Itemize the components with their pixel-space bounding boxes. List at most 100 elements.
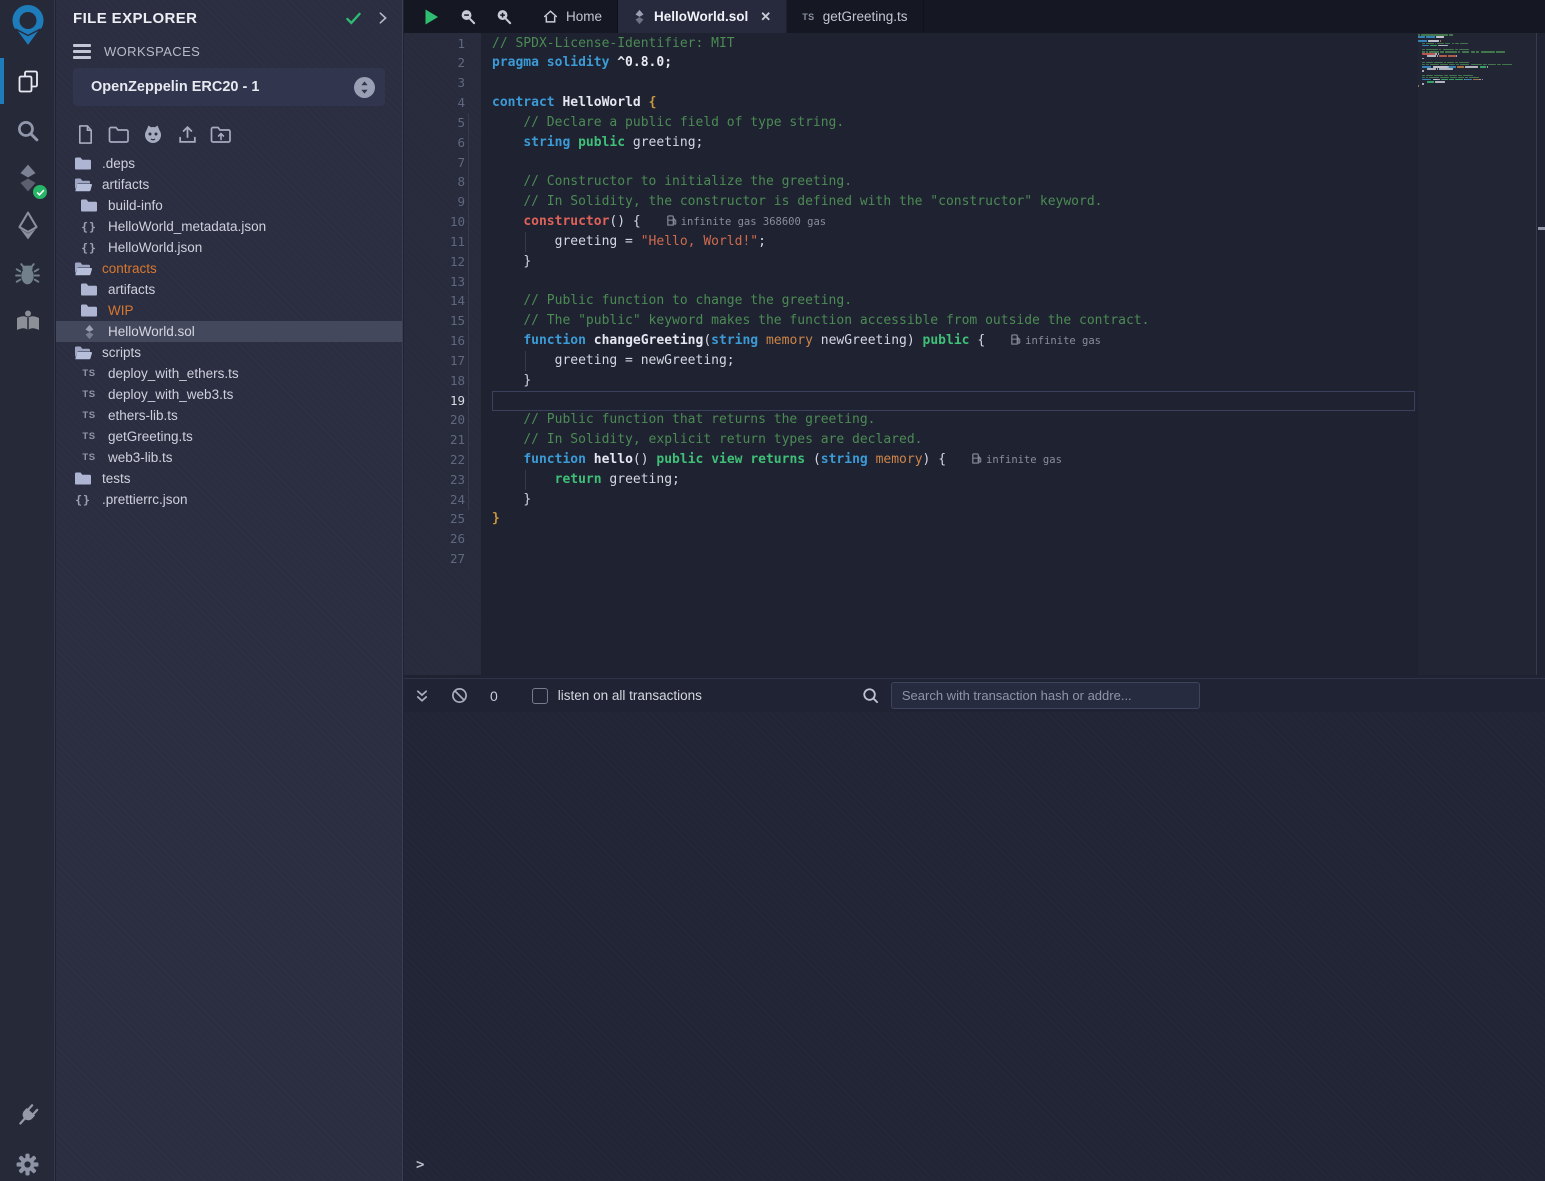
line-number[interactable]: 1 bbox=[404, 34, 465, 54]
tree-item-web3-lib-ts[interactable]: TSweb3-lib.ts bbox=[56, 447, 402, 468]
run-script-button[interactable] bbox=[420, 6, 442, 28]
upload-folder-icon[interactable] bbox=[209, 122, 233, 146]
tree-item-deps[interactable]: .deps bbox=[56, 153, 402, 174]
code-line[interactable]: 22 function hello() public view returns … bbox=[404, 450, 1545, 470]
code-line[interactable]: 7 bbox=[404, 153, 1545, 173]
line-number[interactable]: 13 bbox=[404, 272, 465, 292]
code-line[interactable]: 16 function changeGreeting(string memory… bbox=[404, 331, 1545, 351]
line-number[interactable]: 23 bbox=[404, 470, 465, 490]
close-icon[interactable]: ✕ bbox=[760, 9, 771, 25]
line-number[interactable]: 20 bbox=[404, 410, 465, 430]
terminal-clear-icon[interactable] bbox=[451, 687, 468, 704]
code-line[interactable]: 14 // Public function to change the gree… bbox=[404, 291, 1545, 311]
line-number[interactable]: 16 bbox=[404, 331, 465, 351]
tree-item-contracts[interactable]: contracts bbox=[56, 258, 402, 279]
code-line[interactable]: 15 // The "public" keyword makes the fun… bbox=[404, 311, 1545, 331]
tab-home[interactable]: Home bbox=[528, 0, 618, 33]
line-number[interactable]: 12 bbox=[404, 252, 465, 272]
tree-item-deploy-with-web3-ts[interactable]: TSdeploy_with_web3.ts bbox=[56, 384, 402, 405]
sidebar-item-deploy-run[interactable] bbox=[0, 203, 55, 249]
code-line[interactable]: 24 } bbox=[404, 490, 1545, 510]
code-line[interactable]: 21 // In Solidity, explicit return types… bbox=[404, 430, 1545, 450]
line-number[interactable]: 4 bbox=[404, 93, 465, 113]
line-number[interactable]: 5 bbox=[404, 113, 465, 133]
code-line[interactable]: 9 // In Solidity, the constructor is def… bbox=[404, 192, 1545, 212]
terminal-collapse-icon[interactable] bbox=[414, 688, 430, 704]
line-number[interactable]: 26 bbox=[404, 529, 465, 549]
line-number[interactable]: 10 bbox=[404, 212, 465, 232]
line-number[interactable]: 27 bbox=[404, 549, 465, 569]
line-number[interactable]: 18 bbox=[404, 371, 465, 391]
sidebar-item-search[interactable] bbox=[0, 107, 55, 153]
tree-item-ethers-lib-ts[interactable]: TSethers-lib.ts bbox=[56, 405, 402, 426]
new-file-icon[interactable] bbox=[73, 122, 97, 146]
tree-item-artifacts[interactable]: artifacts bbox=[56, 279, 402, 300]
sidebar-item-plugin-manager[interactable] bbox=[0, 1092, 55, 1138]
minimap[interactable] bbox=[1418, 33, 1536, 675]
tree-item-helloworld-metadata-json[interactable]: {}HelloWorld_metadata.json bbox=[56, 216, 402, 237]
new-folder-icon[interactable] bbox=[107, 122, 131, 146]
tree-item-artifacts[interactable]: artifacts bbox=[56, 174, 402, 195]
line-number[interactable]: 24 bbox=[404, 490, 465, 510]
code-line[interactable]: 6 string public greeting; bbox=[404, 133, 1545, 153]
tree-item-tests[interactable]: tests bbox=[56, 468, 402, 489]
line-number[interactable]: 19 bbox=[404, 391, 465, 411]
upload-file-icon[interactable] bbox=[175, 122, 199, 146]
code-line[interactable]: 3 bbox=[404, 73, 1545, 93]
line-number[interactable]: 15 bbox=[404, 311, 465, 331]
code-line[interactable]: 23 return greeting; bbox=[404, 470, 1545, 490]
line-number[interactable]: 9 bbox=[404, 192, 465, 212]
code-line[interactable]: 8 // Constructor to initialize the greet… bbox=[404, 172, 1545, 192]
code-line[interactable]: 1// SPDX-License-Identifier: MIT bbox=[404, 34, 1545, 54]
editor-scrollbar-thumb[interactable] bbox=[1538, 227, 1545, 230]
line-number[interactable]: 21 bbox=[404, 430, 465, 450]
code-line[interactable]: 11 greeting = "Hello, World!"; bbox=[404, 232, 1545, 252]
github-icon[interactable] bbox=[141, 122, 165, 146]
code-line[interactable]: 20 // Public function that returns the g… bbox=[404, 410, 1545, 430]
tree-item-scripts[interactable]: scripts bbox=[56, 342, 402, 363]
tab-helloworld-sol[interactable]: HelloWorld.sol✕ bbox=[618, 0, 787, 33]
line-number[interactable]: 7 bbox=[404, 153, 465, 173]
tree-item-wip[interactable]: WIP bbox=[56, 300, 402, 321]
workspace-select[interactable]: OpenZeppelin ERC20 - 1 bbox=[73, 68, 385, 106]
line-number[interactable]: 6 bbox=[404, 133, 465, 153]
tree-item-helloworld-json[interactable]: {}HelloWorld.json bbox=[56, 237, 402, 258]
tree-item-build-info[interactable]: build-info bbox=[56, 195, 402, 216]
line-number[interactable]: 17 bbox=[404, 351, 465, 371]
line-number[interactable]: 14 bbox=[404, 291, 465, 311]
sidebar-item-settings[interactable] bbox=[0, 1141, 55, 1181]
code-line[interactable]: 13 bbox=[404, 272, 1545, 292]
zoom-out-icon[interactable] bbox=[456, 6, 478, 28]
tree-item-prettierrc-json[interactable]: {}.prettierrc.json bbox=[56, 489, 402, 510]
code-line[interactable]: 26 bbox=[404, 529, 1545, 549]
line-number[interactable]: 3 bbox=[404, 73, 465, 93]
code-line[interactable]: 12 } bbox=[404, 252, 1545, 272]
sidebar-item-learneth[interactable] bbox=[0, 298, 55, 344]
code-line[interactable]: 27 bbox=[404, 549, 1545, 569]
remix-logo[interactable] bbox=[0, 2, 55, 50]
line-number[interactable]: 25 bbox=[404, 509, 465, 529]
code-line[interactable]: 17 greeting = newGreeting; bbox=[404, 351, 1545, 371]
listen-transactions-checkbox[interactable] bbox=[532, 688, 548, 704]
code-line[interactable]: 5 // Declare a public field of type stri… bbox=[404, 113, 1545, 133]
sidebar-item-solidity-compiler[interactable] bbox=[0, 155, 55, 201]
code-line[interactable]: 25} bbox=[404, 509, 1545, 529]
line-number[interactable]: 11 bbox=[404, 232, 465, 252]
line-number[interactable]: 2 bbox=[404, 53, 465, 73]
tree-item-getgreeting-ts[interactable]: TSgetGreeting.ts bbox=[56, 426, 402, 447]
terminal-output[interactable]: > bbox=[404, 712, 1545, 1181]
line-number[interactable]: 22 bbox=[404, 450, 465, 470]
sidebar-item-debugger[interactable] bbox=[0, 251, 55, 297]
workspaces-menu-icon[interactable] bbox=[73, 44, 91, 59]
sidebar-item-file-explorer[interactable] bbox=[0, 58, 55, 104]
terminal-search-input[interactable] bbox=[891, 682, 1200, 709]
code-editor[interactable]: 1// SPDX-License-Identifier: MIT2pragma … bbox=[404, 33, 1545, 678]
code-line[interactable]: 18 } bbox=[404, 371, 1545, 391]
code-line[interactable]: 2pragma solidity ^0.8.0; bbox=[404, 53, 1545, 73]
chevron-right-icon[interactable] bbox=[376, 11, 390, 25]
line-number[interactable]: 8 bbox=[404, 172, 465, 192]
zoom-in-icon[interactable] bbox=[492, 6, 514, 28]
code-line[interactable]: 10 constructor() {infinite gas 368600 ga… bbox=[404, 212, 1545, 232]
code-line[interactable]: 4contract HelloWorld { bbox=[404, 93, 1545, 113]
tab-getgreeting-ts[interactable]: TSgetGreeting.ts bbox=[787, 0, 923, 33]
